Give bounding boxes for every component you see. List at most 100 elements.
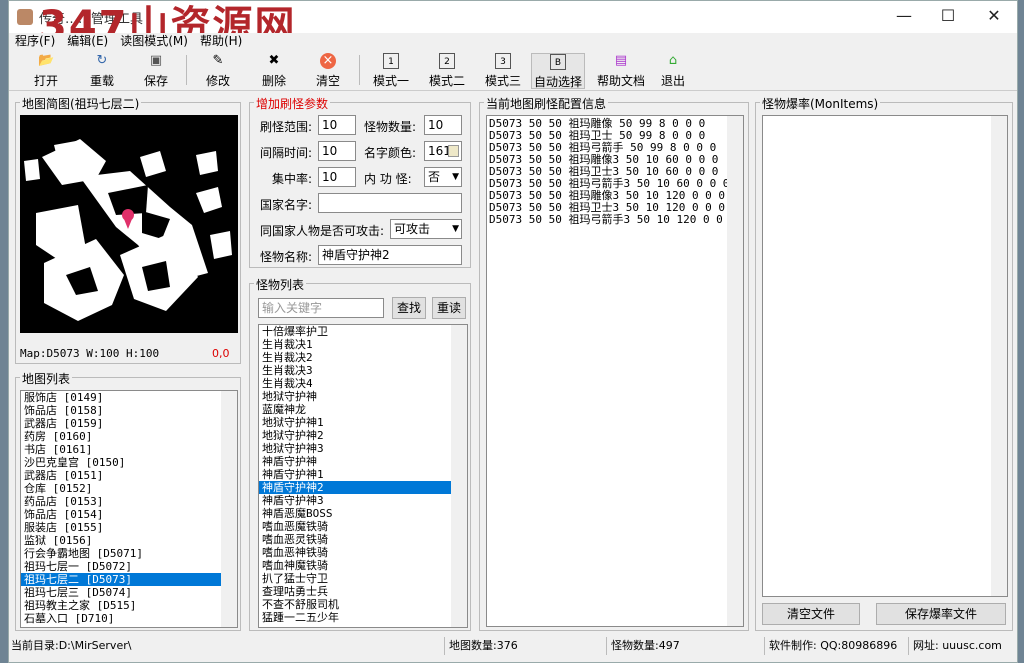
monster-list-item[interactable]: 十倍爆率护卫 — [259, 325, 467, 338]
monster-list-item[interactable]: 生肖裁决1 — [259, 338, 467, 351]
reload-button[interactable]: ↻ 重载 — [83, 53, 121, 89]
toolbar: 📂 打开 ↻ 重载 ▣ 保存 ✎ 修改 ✖ 删除 × 清空 1 模式一 2 模式二 3 模式三 B… — [9, 51, 1017, 91]
close-icon[interactable]: ✕ — [971, 1, 1017, 33]
map-list-item[interactable]: 祖玛七层一 [D5072] — [21, 560, 237, 573]
map-list-item[interactable]: 石墓入口 [D710] — [21, 612, 237, 625]
drops-caption: 怪物爆率(MonItems) — [760, 95, 881, 112]
monster-list-item[interactable]: 神盾守护神3 — [259, 494, 467, 507]
monster-list-item[interactable]: 神盾恶魔BOSS — [259, 507, 467, 520]
delete-button[interactable]: ✖ 删除 — [255, 53, 293, 89]
monster-list-item[interactable]: 嗜血恶魔铁骑 — [259, 520, 467, 533]
map-list-item[interactable]: 祖玛七层二 [D5073] — [21, 573, 237, 586]
map-list-item[interactable]: 仓库 [0152] — [21, 482, 237, 495]
focus-input[interactable]: 10 — [318, 167, 356, 187]
map-list-item[interactable]: 服饰店 [0149] — [21, 391, 237, 404]
monster-list[interactable]: 十倍爆率护卫 生肖裁决1 生肖裁决2 生肖裁决3 生肖裁决4 地狱守护神 蓝魔神龙 地狱守护神… — [258, 324, 468, 628]
params-caption: 增加刷怪参数 — [254, 95, 331, 112]
map-list-scrollbar[interactable] — [221, 391, 237, 627]
monster-list-item[interactable]: 地狱守护神2 — [259, 429, 467, 442]
monster-list-item[interactable]: 不查不舒服司机 — [259, 598, 467, 611]
map-list[interactable]: 服饰店 [0149] 饰品店 [0158] 武器店 [0159] 药房 [0160] 书… — [20, 390, 238, 628]
map-list-item[interactable]: 饰品店 [0158] — [21, 404, 237, 417]
exit-button[interactable]: ⌂ 退出 — [657, 53, 689, 89]
monster-list-item[interactable]: 地狱守护神3 — [259, 442, 467, 455]
clear-button[interactable]: × 清空 — [309, 53, 347, 89]
map-preview[interactable] — [20, 115, 238, 333]
title-bar: 传奇……管理工具 347山资源网 — ☐ ✕ — [9, 1, 1017, 49]
monster-list-item[interactable]: 嗜血恶灵铁骑 — [259, 533, 467, 546]
map-list-item[interactable]: 书店 [0161] — [21, 443, 237, 456]
monster-list-item[interactable]: 生肖裁决3 — [259, 364, 467, 377]
drops-textarea[interactable] — [762, 115, 1008, 597]
app-icon — [17, 9, 33, 25]
map-list-item[interactable]: 药品店 [0153] — [21, 495, 237, 508]
monster-list-item[interactable]: 蓝魔神龙 — [259, 403, 467, 416]
monster-list-item[interactable]: 嗜血恶神铁骑 — [259, 546, 467, 559]
monster-list-item[interactable]: 地狱守护神 — [259, 390, 467, 403]
attack-select[interactable]: 可攻击 ▼ — [390, 219, 462, 239]
menu-edit[interactable]: 编辑(E) — [61, 33, 114, 50]
map-list-item[interactable]: 服装店 [0155] — [21, 521, 237, 534]
find-button[interactable]: 查找 — [392, 297, 426, 319]
modify-button[interactable]: ✎ 修改 — [199, 53, 237, 89]
monster-list-item[interactable]: 猛踵一二五少年 — [259, 611, 467, 624]
clear-file-button[interactable]: 清空文件 — [762, 603, 860, 625]
mode3-button[interactable]: 3 模式三 — [481, 53, 525, 89]
monster-list-group: 怪物列表 输入关键字 查找 重读 十倍爆率护卫 生肖裁决1 生肖裁决2 生肖裁决3 生肖… — [249, 276, 471, 631]
interval-input[interactable]: 10 — [318, 141, 356, 161]
monster-list-item[interactable]: 地狱守护神1 — [259, 416, 467, 429]
focus-label: 集中率: — [272, 172, 313, 186]
map-list-item[interactable]: 武器店 [0159] — [21, 417, 237, 430]
monster-list-item[interactable]: 嗜血神魔铁骑 — [259, 559, 467, 572]
config-line[interactable]: D5073 50 50 祖玛弓箭手3 50 10 120 0 0 0 — [487, 214, 743, 226]
chevron-down-icon: ▼ — [452, 224, 459, 234]
mode1-button[interactable]: 1 模式一 — [369, 53, 413, 89]
inner-select[interactable]: 否 ▼ — [424, 167, 462, 187]
monster-name-input[interactable]: 神盾守护神2 — [318, 245, 462, 265]
status-bar: 当前目录:D:\MirServer\ 地图数量:376 怪物数量:497 软件制… — [9, 637, 1017, 655]
config-group: 当前地图刷怪配置信息 D5073 50 50 祖玛雕像 50 99 8 0 0 … — [479, 95, 749, 631]
auto-select-button[interactable]: B 自动选择 — [531, 53, 585, 89]
open-button[interactable]: 📂 打开 — [27, 53, 65, 89]
help-doc-button[interactable]: ▤ 帮助文档 — [593, 53, 649, 89]
mode2-button[interactable]: 2 模式二 — [425, 53, 469, 89]
monster-list-item[interactable]: 查理咕勇士兵 — [259, 585, 467, 598]
monster-list-item[interactable]: 生肖裁决4 — [259, 377, 467, 390]
save-button[interactable]: ▣ 保存 — [137, 53, 175, 89]
map-list-item[interactable]: 行会争霸地图 [D5071] — [21, 547, 237, 560]
monster-list-scrollbar[interactable] — [451, 325, 467, 627]
monster-list-item[interactable]: 神盾守护神1 — [259, 468, 467, 481]
config-scrollbar[interactable] — [727, 116, 743, 626]
maximize-icon[interactable]: ☐ — [925, 1, 971, 33]
save-drops-button[interactable]: 保存爆率文件 — [876, 603, 1006, 625]
menu-read-mode[interactable]: 读图模式(M) — [114, 33, 194, 50]
menu-program[interactable]: 程序(F) — [9, 33, 61, 50]
config-caption: 当前地图刷怪配置信息 — [484, 95, 609, 112]
map-list-item[interactable]: 监狱 [0156] — [21, 534, 237, 547]
color-swatch[interactable] — [448, 145, 459, 157]
range-input[interactable]: 10 — [318, 115, 356, 135]
map-list-item[interactable]: 饰品店 [0154] — [21, 508, 237, 521]
minimize-icon[interactable]: — — [881, 1, 927, 33]
color-input[interactable]: 161 — [424, 141, 462, 161]
map-list-item[interactable]: 祖玛教主之家 [D515] — [21, 599, 237, 612]
monster-search-input[interactable]: 输入关键字 — [258, 298, 384, 318]
count-input[interactable]: 10 — [424, 115, 462, 135]
map-list-item[interactable]: 武器店 [0151] — [21, 469, 237, 482]
monster-list-item[interactable]: 神盾守护神 — [259, 455, 467, 468]
menu-help[interactable]: 帮助(H) — [194, 33, 248, 50]
map-list-item[interactable]: 沙巴克皇宫 [0150] — [21, 456, 237, 469]
drops-scrollbar[interactable] — [991, 116, 1007, 596]
map-list-item[interactable]: 祖玛七层三 [D5074] — [21, 586, 237, 599]
nation-input[interactable] — [318, 193, 462, 213]
map-list-item[interactable]: 药房 [0160] — [21, 430, 237, 443]
config-textarea[interactable]: D5073 50 50 祖玛雕像 50 99 8 0 0 0 D5073 50 5… — [486, 115, 744, 627]
monster-list-item[interactable]: 神盾守护神2 — [259, 481, 467, 494]
monster-list-item[interactable]: 扒了猛士守卫 — [259, 572, 467, 585]
monster-list-item[interactable]: 生肖裁决2 — [259, 351, 467, 364]
color-label: 名字颜色: — [364, 146, 417, 160]
status-directory: 当前目录:D:\MirServer\ — [9, 637, 445, 655]
map-preview-caption: 地图简图(祖玛七层二) — [20, 95, 142, 112]
clear-icon: × — [320, 53, 336, 69]
reread-button[interactable]: 重读 — [432, 297, 466, 319]
